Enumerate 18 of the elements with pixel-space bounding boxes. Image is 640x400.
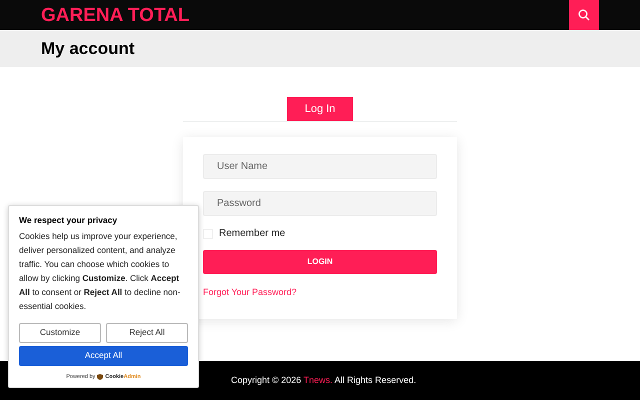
remember-label: Remember me [219, 227, 286, 241]
page-title: My account [41, 38, 135, 60]
search-icon [578, 9, 590, 21]
login-button[interactable]: LOGIN [203, 250, 437, 274]
site-link[interactable]: Tnews. [304, 374, 333, 385]
cookie-option-button[interactable]: Customize [19, 322, 101, 343]
accept-all-button[interactable]: Accept All [19, 346, 188, 366]
search-button[interactable] [569, 0, 599, 30]
cookie-option-button[interactable]: Reject All [106, 322, 188, 343]
login-tab[interactable]: Log In [287, 97, 353, 121]
cookie-title: We respect your privacy [19, 214, 118, 227]
cookie-text: Cookies help us improve your experience, deliver personalized content, and analyze traffic. You can choose which cookies to allow by clicking Customize. Click Accept All to consent or Reject All to decline non-essential cookies. [19, 230, 182, 313]
copyright-text: Copyright © 2026 Tnews. All Rights Reserved. [231, 374, 416, 387]
username-field[interactable]: User Name [203, 154, 437, 179]
forgot-password-link[interactable]: Forgot Your Password? [203, 286, 297, 300]
password-field[interactable]: Password [203, 191, 437, 216]
site-logo[interactable]: GARENA TOTAL [41, 6, 190, 24]
shield-icon [97, 374, 104, 380]
